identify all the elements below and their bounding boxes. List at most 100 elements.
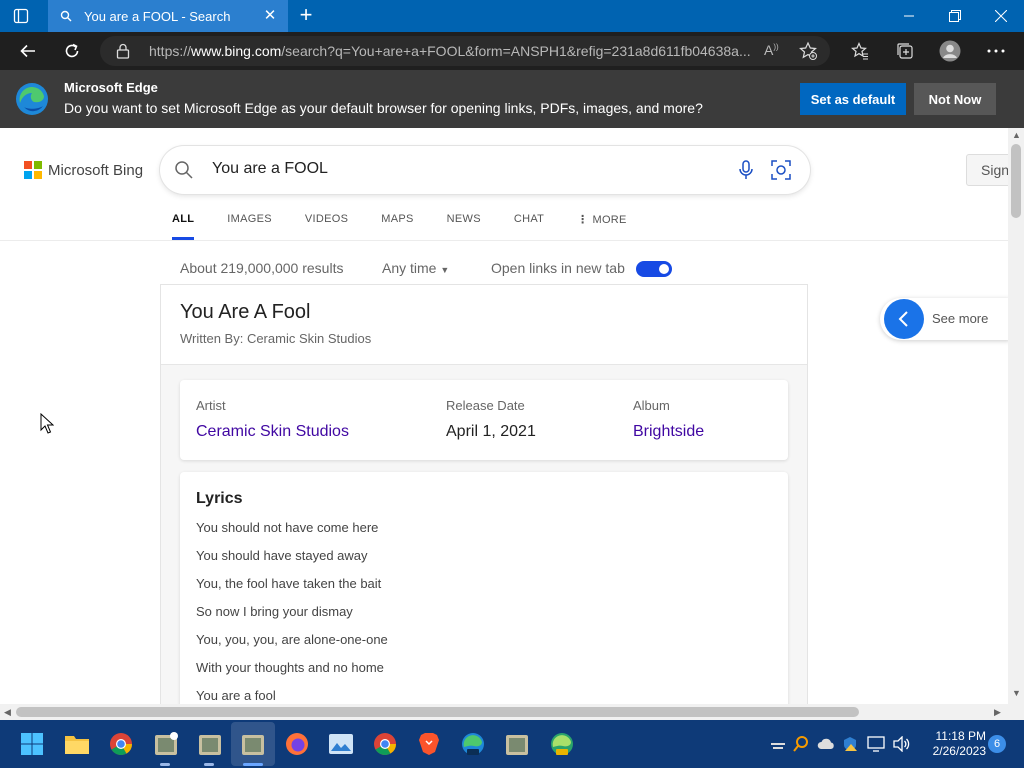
lyric-line: You, the fool have taken the bait [196, 576, 382, 591]
artist-label: Artist [196, 398, 226, 413]
lyric-line: So now I bring your dismay [196, 604, 353, 619]
search-icon [174, 160, 194, 180]
default-browser-infobar: Microsoft Edge Do you want to set Micros… [0, 70, 1024, 128]
search-favicon-icon [58, 8, 74, 24]
more-options-icon[interactable] [984, 39, 1008, 63]
not-now-button[interactable]: Not Now [914, 83, 996, 115]
title-bar: You are a FOOL - Search ✕ + [0, 0, 1024, 32]
results-count: About 219,000,000 results [180, 260, 344, 276]
running-indicator [160, 763, 170, 766]
scroll-down-icon[interactable]: ▼ [1012, 688, 1021, 698]
lyric-line: With your thoughts and no home [196, 660, 384, 675]
brave-icon[interactable] [415, 730, 443, 758]
running-indicator [204, 763, 214, 766]
close-window-icon[interactable] [978, 0, 1024, 32]
start-windows-icon[interactable] [18, 730, 46, 758]
lyrics-panel: Lyrics You should not have come here You… [180, 472, 788, 704]
tab-actions-icon[interactable] [10, 6, 32, 26]
back-icon[interactable] [16, 39, 40, 63]
lyric-line: You should not have come here [196, 520, 379, 535]
song-writer: Written By: Ceramic Skin Studios [180, 331, 372, 346]
scroll-up-icon[interactable]: ▲ [1012, 130, 1021, 140]
open-links-toggle[interactable] [636, 261, 672, 277]
firefox-icon[interactable] [283, 730, 311, 758]
lyric-line: You should have stayed away [196, 548, 368, 563]
minimize-icon[interactable] [886, 0, 932, 32]
app-icon-4[interactable] [503, 730, 531, 758]
display-tray-icon[interactable] [866, 734, 886, 754]
album-label: Album [633, 398, 670, 413]
chrome-icon-2[interactable] [371, 730, 399, 758]
restore-icon[interactable] [932, 0, 978, 32]
read-aloud-icon[interactable]: A)) [764, 42, 779, 58]
lyrics-heading: Lyrics [196, 490, 243, 507]
search-tray-icon[interactable] [791, 734, 811, 754]
bing-logo[interactable]: Microsoft Bing [24, 161, 143, 179]
search-box[interactable]: You are a FOOL [160, 146, 810, 194]
lyric-line: You, you, you, are alone-one-one [196, 632, 388, 647]
tabs-divider [0, 240, 1008, 241]
active-tab[interactable]: You are a FOOL - Search ✕ [48, 0, 288, 32]
clock-date: 2/26/2023 [932, 744, 986, 758]
song-metadata: Artist Ceramic Skin Studios Release Date… [180, 380, 788, 460]
edge-beta-icon[interactable] [459, 730, 487, 758]
app-icon-1[interactable] [152, 730, 180, 758]
address-bar[interactable]: https://www.bing.com/search?q=You+are+a+… [100, 36, 830, 66]
caret-down-icon: ▼ [440, 265, 450, 275]
url-text: https://www.bing.com/search?q=You+are+a+… [149, 43, 751, 59]
tab-videos[interactable]: VIDEOS [305, 208, 348, 240]
lyric-line: You are a fool [196, 688, 276, 703]
time-filter-dropdown[interactable]: Any time ▼ [382, 260, 449, 276]
vertical-scroll-thumb[interactable] [1011, 144, 1021, 218]
horizontal-scroll-thumb[interactable] [16, 707, 859, 717]
release-date-label: Release Date [446, 398, 525, 413]
tab-maps[interactable]: MAPS [381, 208, 413, 240]
app-icon-3[interactable] [239, 730, 267, 758]
scroll-left-icon[interactable]: ◀ [4, 707, 11, 718]
sign-in-button[interactable]: Sign [966, 154, 1008, 186]
vertical-scrollbar[interactable]: ▲ ▼ [1008, 128, 1024, 704]
infobar-title: Microsoft Edge [64, 80, 158, 95]
collections-icon[interactable] [893, 39, 917, 63]
set-as-default-button[interactable]: Set as default [800, 83, 906, 115]
chevron-left-icon [884, 299, 924, 339]
tab-images[interactable]: IMAGES [227, 208, 272, 240]
edge-canary-icon[interactable] [548, 730, 576, 758]
album-link[interactable]: Brightside [633, 423, 704, 441]
tab-chat[interactable]: CHAT [514, 208, 544, 240]
profile-avatar-icon[interactable] [938, 39, 962, 63]
clock-time: 11:18 PM [935, 729, 986, 743]
file-explorer-icon[interactable] [63, 730, 91, 758]
visual-search-icon[interactable] [770, 159, 792, 181]
add-favorite-icon[interactable] [798, 41, 818, 66]
search-tabs: ALL IMAGES VIDEOS MAPS NEWS CHAT ⋮ MORE [172, 208, 660, 240]
see-more-button[interactable]: See more [880, 298, 1008, 340]
search-query[interactable]: You are a FOOL [212, 160, 328, 178]
tab-title: You are a FOOL - Search [84, 8, 231, 24]
notification-badge[interactable]: 6 [988, 735, 1006, 753]
photos-icon[interactable] [327, 730, 355, 758]
favorites-icon[interactable] [848, 39, 872, 63]
refresh-icon[interactable] [60, 39, 84, 63]
tab-news[interactable]: NEWS [447, 208, 481, 240]
lock-icon[interactable] [116, 43, 130, 64]
tab-close-icon[interactable]: ✕ [262, 8, 278, 24]
network-tray-icon[interactable] [768, 734, 788, 754]
app-icon-2[interactable] [196, 730, 224, 758]
microphone-icon[interactable] [736, 159, 756, 181]
volume-tray-icon[interactable] [891, 734, 911, 754]
chrome-icon[interactable] [107, 730, 135, 758]
horizontal-scrollbar[interactable]: ◀ ▶ [0, 704, 1024, 720]
cloud-tray-icon[interactable] [816, 734, 836, 754]
more-dots-icon: ⋮ [577, 214, 589, 226]
security-tray-icon[interactable] [840, 734, 860, 754]
see-more-label: See more [932, 311, 989, 326]
toggle-knob [659, 264, 669, 274]
scroll-right-icon[interactable]: ▶ [994, 707, 1001, 718]
artist-link[interactable]: Ceramic Skin Studios [196, 423, 349, 441]
tab-all[interactable]: ALL [172, 208, 195, 240]
system-clock[interactable]: 11:18 PM 2/26/2023 [920, 729, 986, 759]
tab-more-label: MORE [592, 214, 627, 226]
new-tab-icon[interactable]: + [296, 4, 316, 26]
tab-more[interactable]: ⋮ MORE [577, 208, 627, 240]
